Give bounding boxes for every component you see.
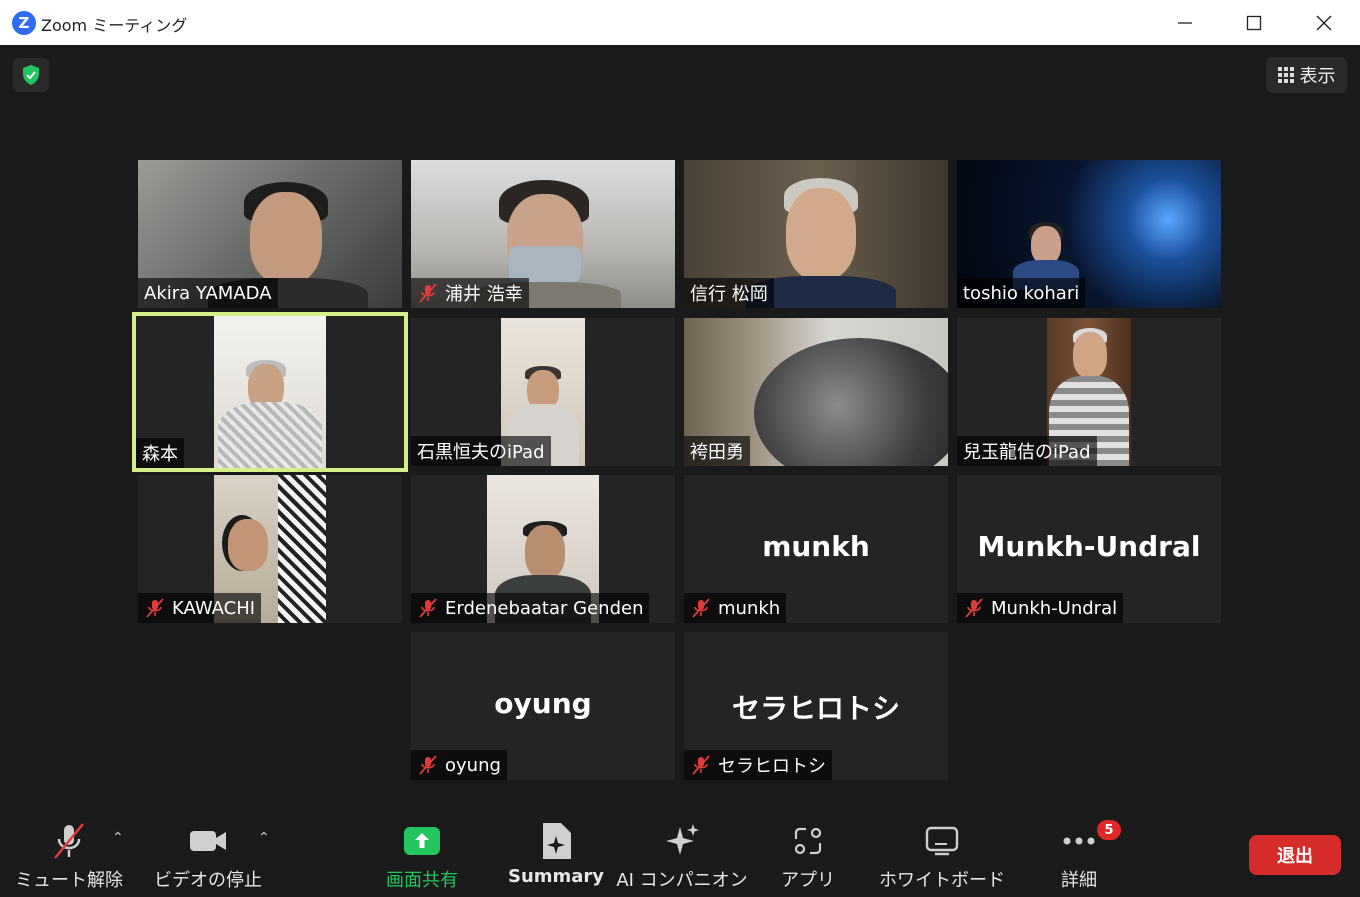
- ai-companion-label: AI コンパニオン: [616, 870, 748, 891]
- video-options-chevron-icon[interactable]: ⌃: [258, 830, 270, 846]
- participant-display-name: munkh: [762, 530, 870, 563]
- share-screen-button[interactable]: 画面共有: [380, 818, 464, 892]
- muted-mic-icon: [146, 598, 164, 618]
- security-shield-button[interactable]: [13, 58, 49, 92]
- participant-tile[interactable]: 兒玉龍佶のiPad: [957, 318, 1221, 466]
- view-label: 表示: [1299, 66, 1336, 87]
- participant-tile[interactable]: 石黒恒夫のiPad: [411, 318, 675, 466]
- minimize-icon: [1178, 21, 1192, 24]
- apps-icon: [794, 827, 822, 855]
- participant-name: Akira YAMADA: [144, 282, 272, 304]
- summary-button[interactable]: Summary: [508, 818, 604, 887]
- participant-name-bar: munkh: [684, 593, 787, 623]
- participant-name-bar: 石黒恒夫のiPad: [411, 436, 551, 466]
- muted-mic-icon: [419, 755, 437, 775]
- muted-mic-icon: [965, 598, 983, 618]
- participant-name-bar: KAWACHI: [138, 593, 262, 623]
- leave-label: 退出: [1277, 846, 1313, 867]
- participant-tile[interactable]: 浦井 浩幸: [411, 160, 675, 308]
- more-dots-icon: [1063, 837, 1095, 845]
- minimize-button[interactable]: [1150, 0, 1220, 45]
- apps-label: アプリ: [781, 870, 835, 891]
- zoom-logo-icon: Z: [12, 11, 36, 35]
- participant-name: Erdenebaatar Genden: [445, 597, 644, 619]
- whiteboard-icon: [925, 826, 959, 856]
- participant-name-bar: セラヒロトシ: [684, 750, 832, 780]
- ai-companion-button[interactable]: AI コンパニオン: [616, 818, 748, 892]
- participant-tile[interactable]: セラヒロトシ セラヒロトシ: [684, 632, 948, 780]
- participant-name: 森本: [142, 444, 178, 465]
- participant-name: KAWACHI: [172, 597, 256, 619]
- participant-name-bar: 森本: [136, 438, 184, 468]
- participant-name-bar: Erdenebaatar Genden: [411, 593, 650, 623]
- participant-name-bar: Akira YAMADA: [138, 278, 278, 308]
- active-speaker-tile[interactable]: 森本: [132, 312, 408, 472]
- share-screen-label: 画面共有: [386, 870, 458, 891]
- view-button[interactable]: 表示: [1266, 57, 1347, 93]
- whiteboard-button[interactable]: ホワイトボード: [879, 818, 1005, 892]
- stop-video-button[interactable]: ビデオの停止: [154, 818, 262, 892]
- participant-tile[interactable]: munkh munkh: [684, 475, 948, 623]
- participant-name: 浦井 浩幸: [445, 284, 523, 305]
- participant-name: Munkh-Undral: [991, 597, 1118, 619]
- title-bar: Z Zoom ミーティング: [0, 0, 1360, 45]
- whiteboard-label: ホワイトボード: [879, 870, 1005, 891]
- participant-name-bar: toshio kohari: [957, 278, 1086, 308]
- participant-name: 信行 松岡: [690, 284, 768, 305]
- close-icon: [1316, 15, 1332, 30]
- grid-icon: [1277, 67, 1294, 83]
- shield-check-icon: [23, 65, 39, 85]
- close-window-button[interactable]: [1289, 0, 1359, 45]
- maximize-icon: [1246, 15, 1262, 30]
- muted-mic-icon: [54, 823, 84, 859]
- stop-video-label: ビデオの停止: [154, 870, 262, 891]
- participant-name: 石黒恒夫のiPad: [417, 442, 545, 463]
- participant-name-bar: 信行 松岡: [684, 278, 774, 308]
- participant-name-bar: Munkh-Undral: [957, 593, 1124, 623]
- leave-meeting-button[interactable]: 退出: [1249, 835, 1341, 875]
- audio-options-chevron-icon[interactable]: ⌃: [112, 830, 124, 846]
- participant-name: 兒玉龍佶のiPad: [963, 442, 1091, 463]
- summary-document-icon: [543, 823, 571, 859]
- participant-name: toshio kohari: [963, 282, 1080, 304]
- participant-name-bar: 浦井 浩幸: [411, 278, 529, 308]
- participant-tile[interactable]: Munkh-Undral Munkh-Undral: [957, 475, 1221, 623]
- participant-tile[interactable]: oyung oyung: [411, 632, 675, 780]
- participant-tile[interactable]: 信行 松岡: [684, 160, 948, 308]
- participant-name-bar: 袴田勇: [684, 436, 750, 466]
- muted-mic-icon: [419, 598, 437, 618]
- participant-tile[interactable]: KAWACHI: [138, 475, 402, 623]
- participant-tile[interactable]: 袴田勇: [684, 318, 948, 466]
- apps-button[interactable]: アプリ: [780, 818, 836, 892]
- participant-name-bar: 兒玉龍佶のiPad: [957, 436, 1097, 466]
- share-screen-icon: [404, 827, 440, 855]
- unmute-label: ミュート解除: [15, 870, 123, 891]
- participant-name: munkh: [718, 597, 781, 619]
- participant-name: 袴田勇: [690, 442, 744, 463]
- muted-mic-icon: [419, 283, 437, 303]
- unmute-button[interactable]: ミュート解除: [15, 818, 123, 892]
- maximize-button[interactable]: [1219, 0, 1289, 45]
- muted-mic-icon: [692, 598, 710, 618]
- participant-display-name: セラヒロトシ: [731, 692, 900, 725]
- window-title: Zoom ミーティング: [41, 16, 188, 35]
- participant-display-name: oyung: [494, 687, 592, 720]
- participant-name: oyung: [445, 754, 501, 776]
- more-label: 詳細: [1061, 870, 1097, 891]
- ai-sparkle-icon: [666, 824, 699, 855]
- video-camera-icon: [190, 831, 226, 851]
- summary-label: Summary: [507, 866, 605, 887]
- participant-name: セラヒロトシ: [718, 756, 826, 777]
- participant-tile[interactable]: Akira YAMADA: [138, 160, 402, 308]
- notification-badge: 5: [1097, 820, 1121, 840]
- participant-video: [214, 316, 326, 468]
- participant-tile[interactable]: Erdenebaatar Genden: [411, 475, 675, 623]
- muted-mic-icon: [692, 755, 710, 775]
- participant-display-name: Munkh-Undral: [977, 530, 1201, 563]
- participant-tile[interactable]: toshio kohari: [957, 160, 1221, 308]
- participant-name-bar: oyung: [411, 750, 507, 780]
- zoom-window: Z Zoom ミーティング 表示 Akira YAMADA 浦井 浩幸 信行 松…: [0, 0, 1360, 897]
